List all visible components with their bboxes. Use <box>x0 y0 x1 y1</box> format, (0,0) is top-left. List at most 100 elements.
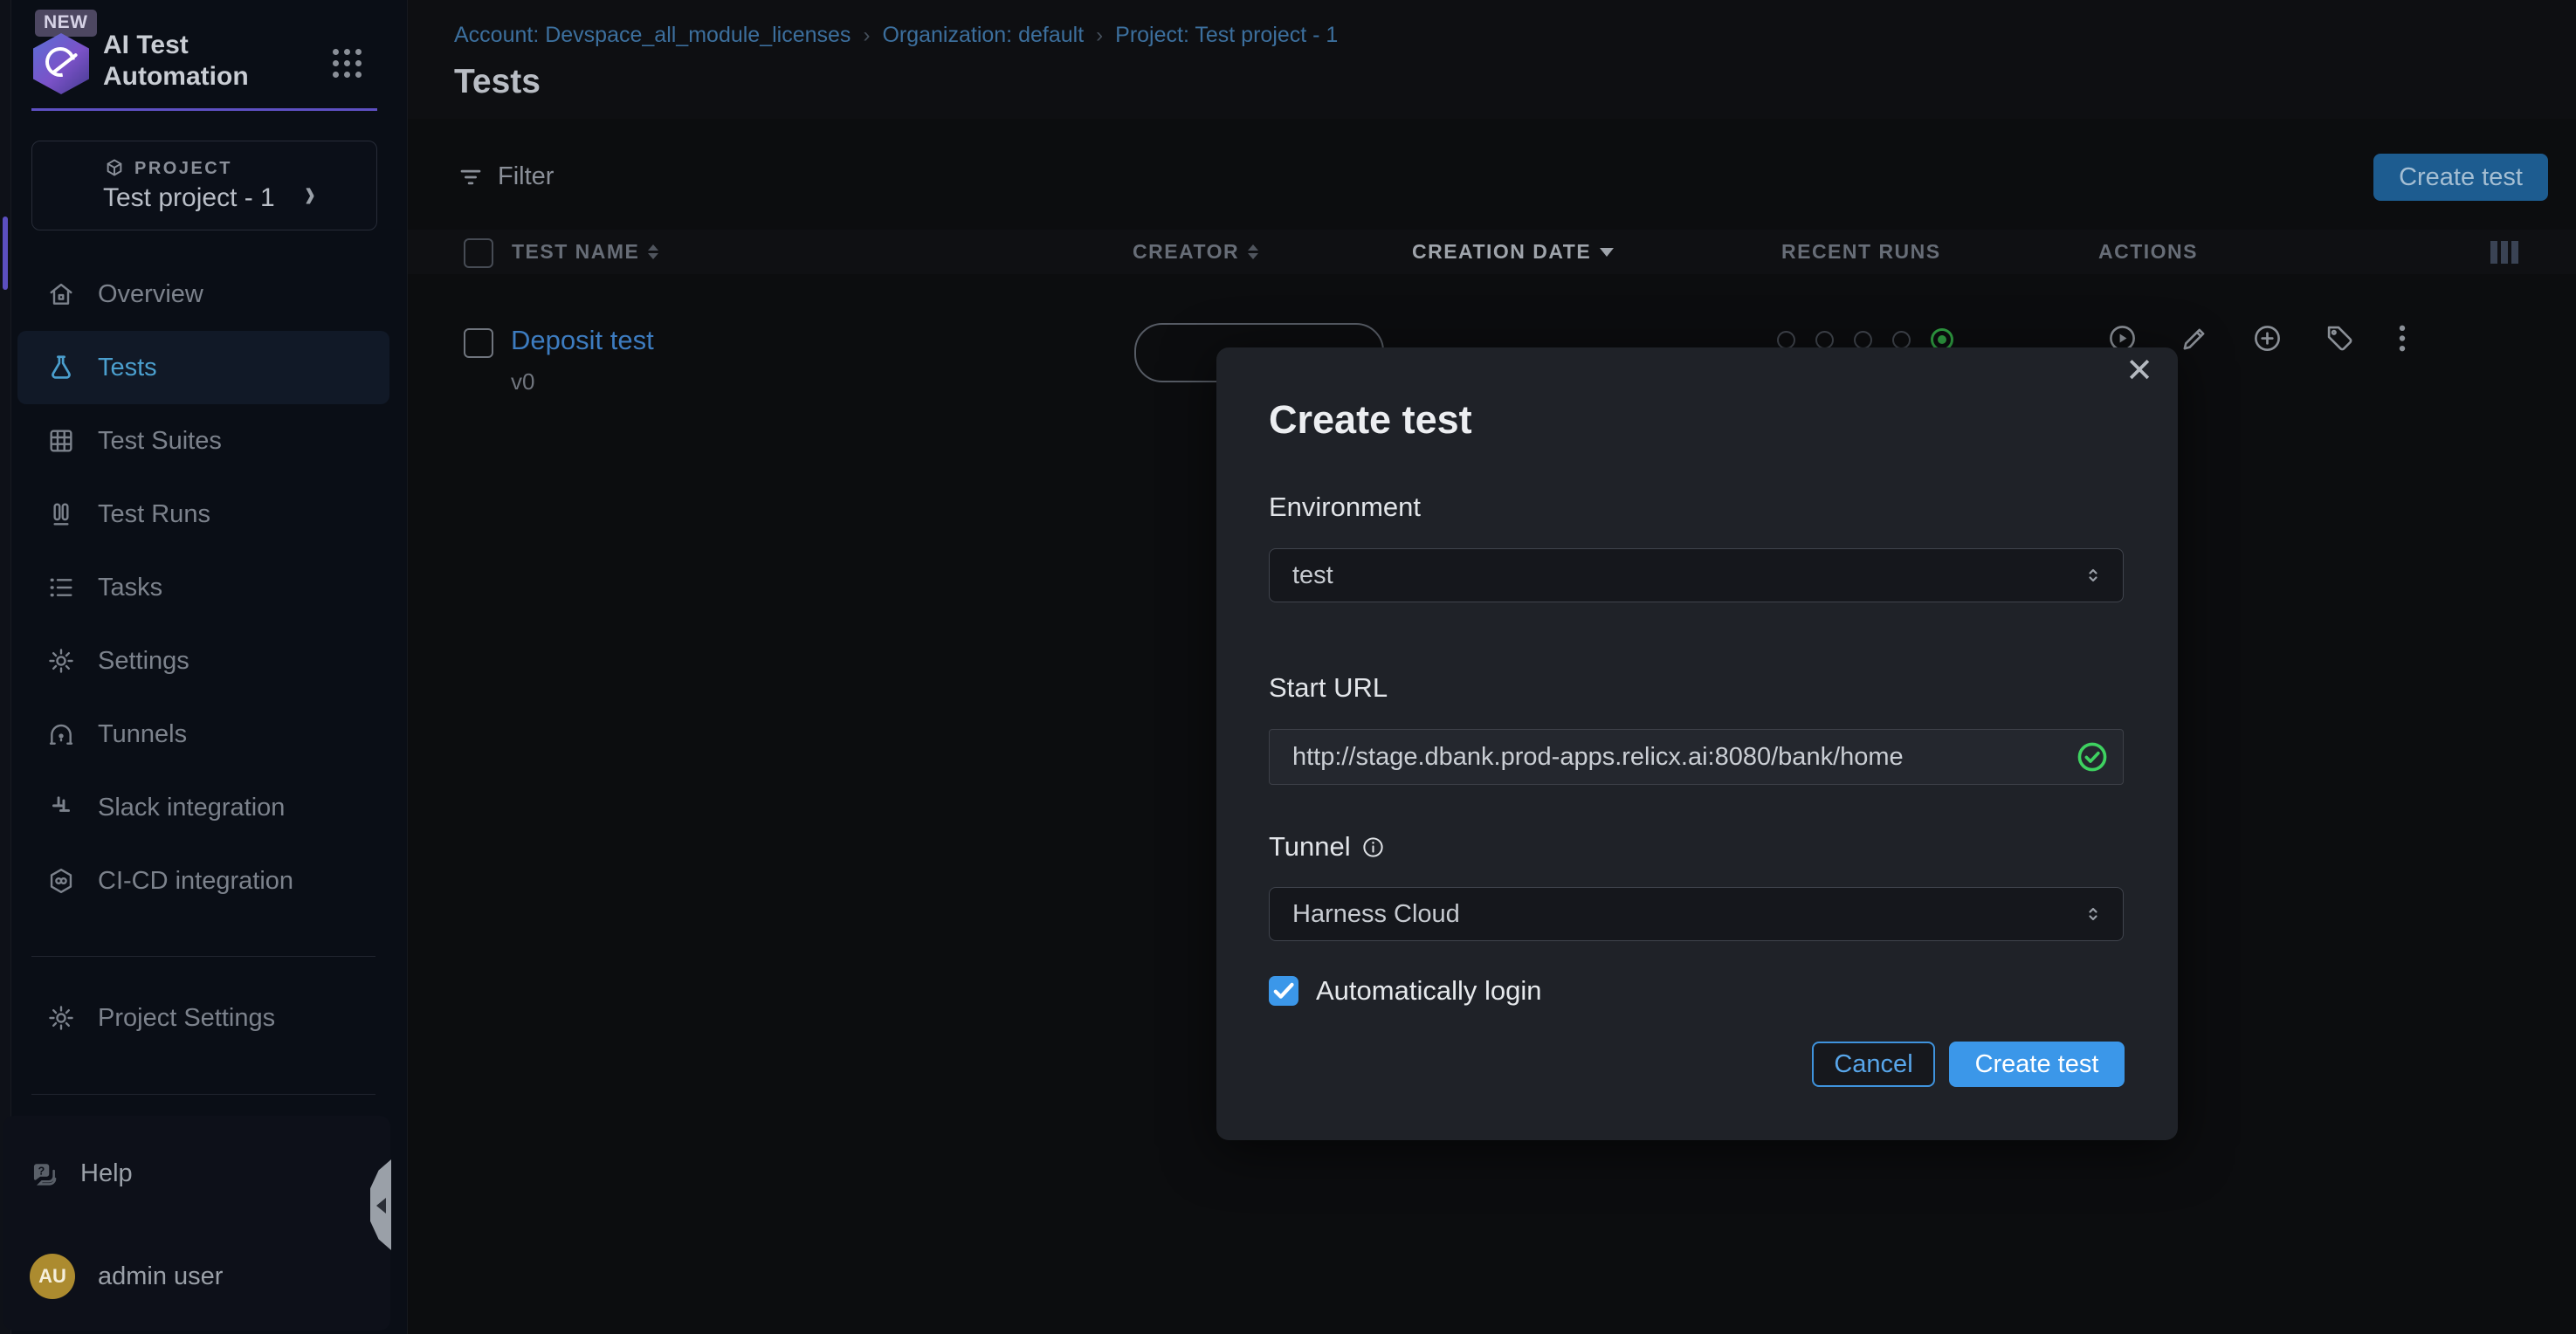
column-header-actions: ACTIONS <box>2098 230 2198 274</box>
sidebar-item-test-suites[interactable]: Test Suites <box>17 404 389 478</box>
run-dot-empty[interactable] <box>1777 331 1795 349</box>
columns-icon <box>47 500 75 528</box>
create-test-modal: ✕ Create test Environment test Start URL… <box>1216 347 2178 1140</box>
sidebar-item-label: Tests <box>98 354 157 382</box>
select-chevrons-icon <box>2083 565 2104 586</box>
column-settings-icon[interactable] <box>2490 241 2518 264</box>
sidebar-item-project-settings[interactable]: Project Settings <box>17 981 389 1055</box>
run-dot-empty[interactable] <box>1892 331 1911 349</box>
svg-text:?: ? <box>38 1164 45 1177</box>
tunnel-label: Tunnel <box>1269 831 1385 863</box>
sidebar-item-slack-integration[interactable]: Slack integration <box>17 771 389 844</box>
sidebar-item-label: Project Settings <box>98 1004 275 1033</box>
app-title: AI Test Automation <box>103 30 249 93</box>
start-url-field <box>1269 729 2124 785</box>
info-icon[interactable] <box>1361 835 1385 859</box>
breadcrumb-project[interactable]: Project: Test project - 1 <box>1115 23 1338 48</box>
column-header-test-name[interactable]: TEST NAME <box>512 230 658 274</box>
column-label: TEST NAME <box>512 240 639 264</box>
user-menu[interactable]: AU admin user <box>30 1254 223 1299</box>
cicd-icon <box>47 867 75 895</box>
help-button[interactable]: ? Help <box>30 1159 133 1188</box>
add-icon[interactable] <box>2252 323 2283 354</box>
test-version: v0 <box>511 368 534 395</box>
create-test-submit-button[interactable]: Create test <box>1949 1042 2125 1087</box>
sidebar-item-tasks[interactable]: Tasks <box>17 551 389 624</box>
column-label: CREATION DATE <box>1412 240 1591 264</box>
page-header: Account: Devspace_all_module_licenses › … <box>408 0 2576 119</box>
valid-check-icon <box>2076 740 2109 774</box>
start-url-input[interactable] <box>1270 743 2076 772</box>
app-screen: NEW AI Test Automation PROJECT Test proj… <box>0 0 2576 1334</box>
sidebar-item-tests[interactable]: Tests <box>17 331 389 404</box>
project-eyebrow: PROJECT <box>134 159 232 179</box>
sidebar-bottom-panel: ? Help AU admin user <box>3 1116 390 1331</box>
tunnel-label-text: Tunnel <box>1269 831 1351 863</box>
breadcrumb-organization[interactable]: Organization: default <box>882 23 1084 48</box>
check-icon <box>1269 976 1298 1006</box>
gear-icon <box>47 647 75 675</box>
select-all-checkbox[interactable] <box>464 238 493 268</box>
user-name: admin user <box>98 1262 223 1291</box>
list-icon <box>47 574 75 602</box>
row-checkbox[interactable] <box>464 328 493 358</box>
sidebar-item-cicd-integration[interactable]: CI-CD integration <box>17 844 389 918</box>
breadcrumb-account[interactable]: Account: Devspace_all_module_licenses <box>454 23 851 48</box>
tunnel-value: Harness Cloud <box>1292 900 1460 929</box>
column-header-creator[interactable]: CREATOR <box>1133 230 1258 274</box>
environment-label: Environment <box>1269 492 1421 523</box>
sort-icon <box>648 244 658 259</box>
edit-icon[interactable] <box>2180 323 2210 354</box>
sidebar-divider <box>31 956 375 957</box>
app-title-line1: AI Test <box>103 30 249 61</box>
sidebar-item-label: Tunnels <box>98 720 187 749</box>
tunnel-icon <box>47 720 75 748</box>
sidebar-item-label: Tasks <box>98 574 162 602</box>
sidebar-item-overview[interactable]: Overview <box>17 258 389 331</box>
slack-icon <box>47 794 75 822</box>
project-selector[interactable]: PROJECT Test project - 1 › <box>31 141 377 230</box>
sidebar-item-test-runs[interactable]: Test Runs <box>17 478 389 551</box>
cancel-button[interactable]: Cancel <box>1812 1042 1935 1087</box>
avatar: AU <box>30 1254 75 1299</box>
create-test-button-toolbar[interactable]: Create test <box>2373 154 2548 201</box>
rail-scroll-thumb[interactable] <box>3 217 8 290</box>
column-header-recent-runs: RECENT RUNS <box>1781 230 1941 274</box>
home-icon <box>47 280 75 308</box>
test-name-link[interactable]: Deposit test <box>511 325 654 356</box>
main-content: Account: Devspace_all_module_licenses › … <box>408 0 2576 1334</box>
breadcrumb: Account: Devspace_all_module_licenses › … <box>454 23 1338 48</box>
app-switcher-icon[interactable] <box>333 49 362 79</box>
grid-icon <box>47 427 75 455</box>
tunnel-select[interactable]: Harness Cloud <box>1269 887 2124 941</box>
tag-icon[interactable] <box>2325 323 2355 354</box>
run-dot-empty[interactable] <box>1815 331 1834 349</box>
sidebar-item-settings[interactable]: Settings <box>17 624 389 698</box>
environment-select[interactable]: test <box>1269 548 2124 602</box>
app-logo-icon <box>33 33 89 94</box>
new-badge: NEW <box>35 10 97 37</box>
auto-login-checkbox[interactable] <box>1269 976 1298 1006</box>
start-url-label: Start URL <box>1269 672 1388 704</box>
breadcrumb-separator: › <box>863 24 870 48</box>
run-dot-empty[interactable] <box>1854 331 1872 349</box>
sidebar-item-label: Overview <box>98 280 203 309</box>
sidebar-item-label: CI-CD integration <box>98 867 293 896</box>
filter-label: Filter <box>498 162 554 191</box>
column-label: RECENT RUNS <box>1781 240 1941 264</box>
page-title: Tests <box>454 63 541 101</box>
sidebar-item-label: Settings <box>98 647 189 676</box>
app-title-line2: Automation <box>103 61 249 93</box>
sidebar-item-tunnels[interactable]: Tunnels <box>17 698 389 771</box>
help-label: Help <box>80 1159 133 1188</box>
breadcrumb-separator: › <box>1096 24 1103 48</box>
sidebar-nav-secondary: Project Settings <box>17 981 389 1055</box>
filter-button[interactable]: Filter <box>458 162 554 191</box>
collapse-arrow-icon <box>376 1198 386 1214</box>
more-menu-icon[interactable] <box>2397 323 2407 354</box>
column-header-creation-date[interactable]: CREATION DATE <box>1412 230 1614 274</box>
close-icon[interactable]: ✕ <box>2125 354 2153 388</box>
auto-login-label: Automatically login <box>1316 975 1541 1007</box>
sort-icon <box>1248 244 1258 259</box>
gear-icon <box>47 1004 75 1032</box>
